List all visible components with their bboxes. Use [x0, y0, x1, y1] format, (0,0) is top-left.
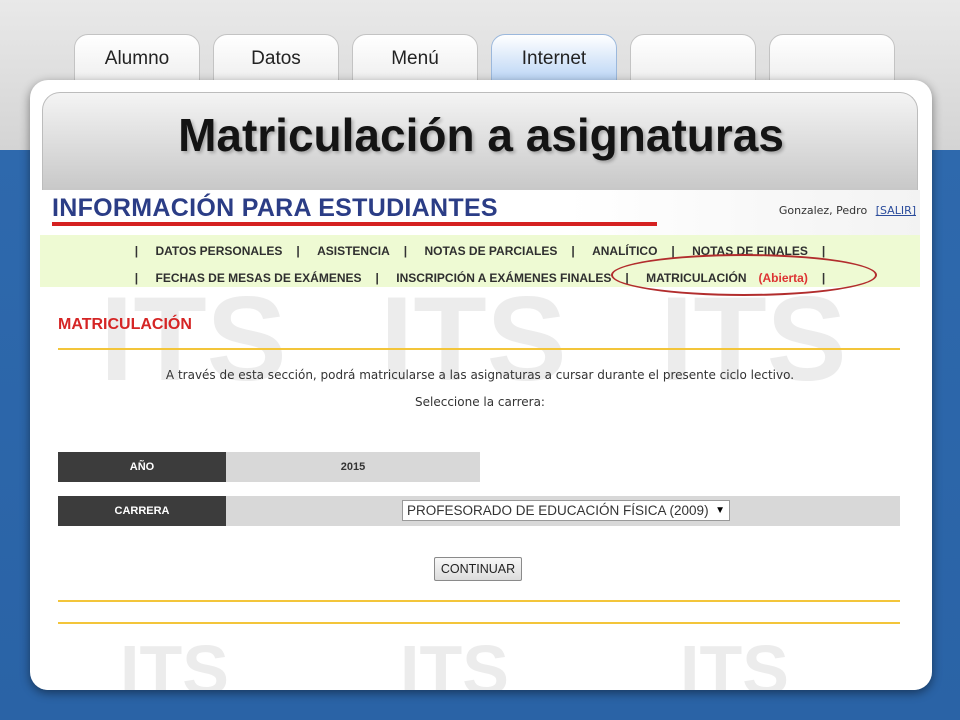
nav-inscripcion-examenes[interactable]: INSCRIPCIÓN A EXÁMENES FINALES — [382, 271, 625, 285]
nav-fechas-mesas[interactable]: FECHAS DE MESAS DE EXÁMENES — [141, 271, 375, 285]
career-row: CARRERA PROFESORADO DE EDUCACIÓN FÍSICA … — [58, 496, 900, 526]
site-header: INFORMACIÓN PARA ESTUDIANTES Gonzalez, P… — [40, 190, 920, 235]
watermark-logo: ITS — [680, 631, 789, 690]
career-selected-value: PROFESORADO DE EDUCACIÓN FÍSICA (2009) — [407, 503, 709, 518]
select-prompt: Seleccione la carrera: — [415, 395, 545, 409]
site-title: INFORMACIÓN PARA ESTUDIANTES — [52, 194, 498, 222]
continue-button[interactable]: CONTINUAR — [434, 557, 522, 581]
nav-datos-personales[interactable]: DATOS PERSONALES — [141, 244, 296, 258]
dropdown-arrow-icon: ▼ — [715, 505, 725, 516]
embedded-screenshot: ITS ITS ITS INFORMACIÓN PARA ESTUDIANTES… — [40, 190, 920, 690]
watermark-logo: ITS — [100, 272, 287, 406]
title-underline — [52, 222, 657, 226]
logout-link[interactable]: [SALIR] — [876, 204, 916, 217]
year-value: 2015 — [226, 452, 480, 482]
career-label: CARRERA — [58, 496, 226, 526]
year-row: AÑO 2015 — [58, 452, 480, 482]
slide-title: Matriculación a asignaturas — [178, 109, 784, 161]
nav-analitico[interactable]: ANALÍTICO — [578, 244, 671, 258]
user-name: Gonzalez, Pedro — [778, 204, 868, 217]
divider-line — [58, 622, 900, 624]
watermark-logo: ITS — [120, 631, 229, 690]
nav-asistencia[interactable]: ASISTENCIA — [303, 244, 404, 258]
year-label: AÑO — [58, 452, 226, 482]
watermark-logo: ITS — [380, 272, 567, 406]
user-info: Gonzalez, Pedro [SALIR] — [779, 204, 916, 217]
divider-line — [58, 348, 900, 350]
slide-card: Matriculación a asignaturas ITS ITS ITS … — [30, 80, 932, 690]
nav-notas-parciales[interactable]: NOTAS DE PARCIALES — [410, 244, 571, 258]
intro-text: A través de esta sección, podrá matricul… — [165, 368, 795, 382]
watermark-logo: ITS — [400, 631, 509, 690]
section-title: MATRICULACIÓN — [58, 316, 192, 333]
divider-line — [58, 600, 900, 602]
career-select[interactable]: PROFESORADO DE EDUCACIÓN FÍSICA (2009) ▼ — [402, 500, 730, 521]
career-cell: PROFESORADO DE EDUCACIÓN FÍSICA (2009) ▼ — [226, 496, 900, 526]
highlight-oval — [611, 254, 877, 296]
